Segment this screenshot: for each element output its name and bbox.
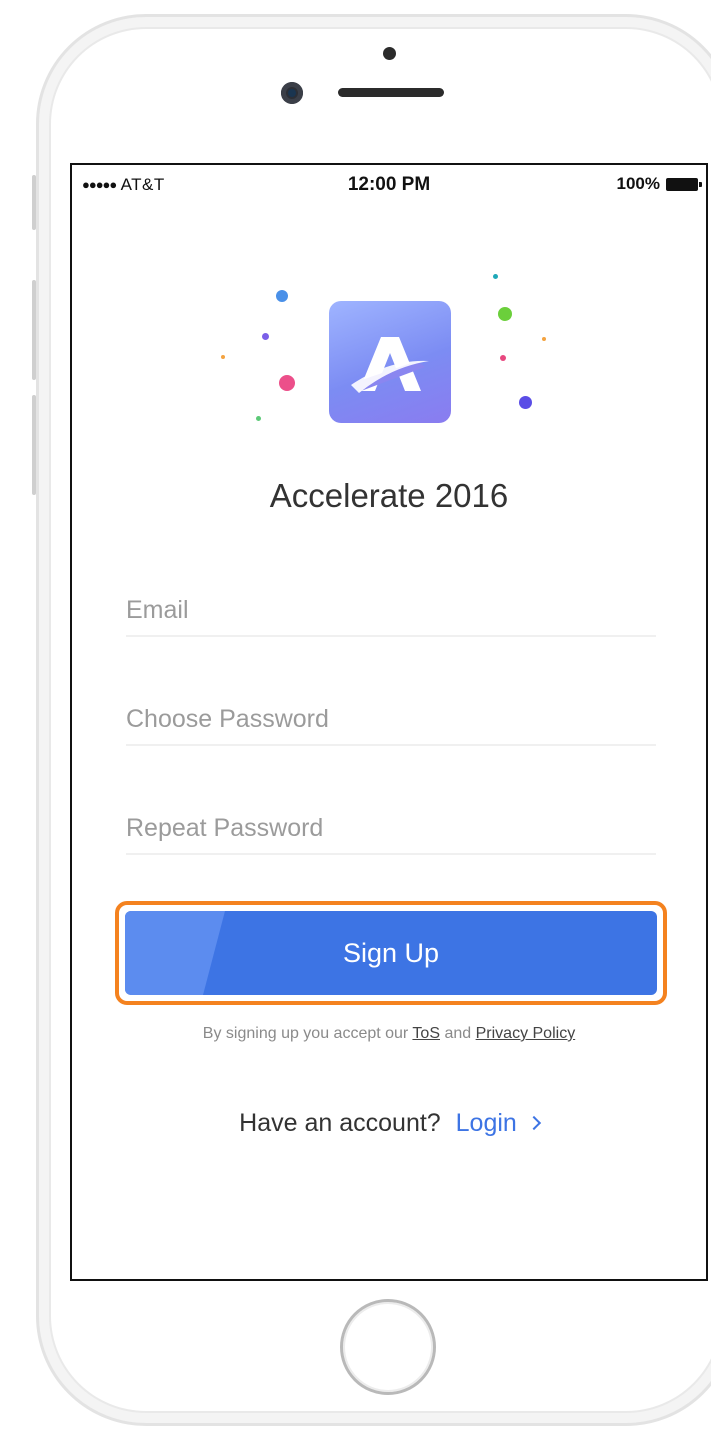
repeat-password-field-wrapper (126, 787, 656, 861)
app-title: Accelerate 2016 (269, 477, 509, 514)
confetti-dot (221, 355, 225, 359)
terms-and: and (444, 1025, 472, 1042)
logo-a-glyph (351, 337, 429, 393)
battery-status: 100% (616, 174, 702, 194)
confetti-dot (279, 375, 295, 391)
confetti-dot (262, 333, 269, 340)
tos-link[interactable]: ToS (412, 1025, 440, 1042)
confetti-dot (542, 337, 546, 341)
privacy-policy-link[interactable]: Privacy Policy (476, 1025, 576, 1042)
battery-full-icon (666, 177, 702, 191)
signup-button-label: Sign Up (342, 937, 440, 968)
repeat-password-field[interactable] (126, 787, 656, 861)
battery-percent: 100% (616, 174, 660, 193)
status-bar: ●●●●● AT&T 12:00 PM 100% (72, 165, 706, 205)
volume-up-button (32, 280, 36, 380)
email-field-wrapper (126, 569, 656, 643)
chevron-right-icon (526, 1115, 541, 1131)
have-account-text: Have an account? (239, 1109, 441, 1137)
status-time: 12:00 PM (347, 174, 431, 195)
choose-password-field-wrapper (126, 678, 656, 752)
volume-down-button (32, 395, 36, 495)
button-sheen (125, 911, 225, 995)
confetti-dot (256, 416, 261, 421)
email-field[interactable] (126, 569, 656, 643)
confetti-dot (498, 307, 512, 321)
front-camera (281, 82, 303, 104)
earpiece-speaker (338, 88, 444, 97)
phone-screen: ●●●●● AT&T 12:00 PM 100% Accelerate 2016 (70, 163, 708, 1281)
terms-prefix: By signing up you accept our (202, 1025, 409, 1042)
accelerate-logo-icon (329, 301, 451, 423)
home-button[interactable] (340, 1299, 436, 1395)
confetti-dot (519, 396, 532, 409)
signup-button[interactable]: Sign Up (125, 911, 657, 995)
confetti-dot (276, 290, 288, 302)
confetti-dot (493, 274, 498, 279)
login-link-label: Login (455, 1109, 517, 1137)
proximity-sensor (383, 47, 396, 60)
login-prompt: Have an account? Login (72, 1109, 706, 1138)
choose-password-field[interactable] (126, 678, 656, 752)
login-link[interactable]: Login (455, 1109, 541, 1137)
confetti-dot (500, 355, 506, 361)
terms-notice: By signing up you accept our ToS and Pri… (72, 1025, 706, 1043)
mute-switch (32, 175, 36, 230)
